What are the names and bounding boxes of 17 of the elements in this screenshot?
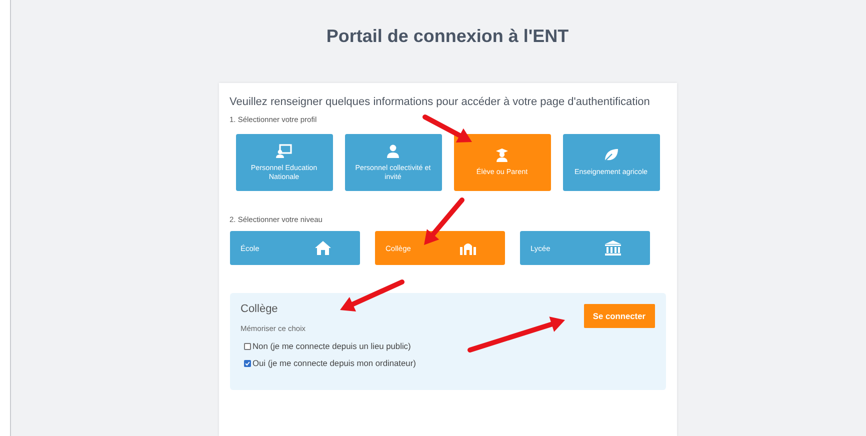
option-label: Oui (je me connecte depuis mon ordinateur) (252, 358, 416, 368)
intro-text: Veuillez renseigner quelques informations pour accéder à votre page d'authentification (230, 95, 651, 109)
house-icon (314, 240, 332, 256)
page-title: Portail de connexion à l'ENT (326, 26, 569, 47)
user-icon (386, 144, 400, 158)
checkbox[interactable] (244, 360, 250, 366)
columns-icon (604, 240, 622, 256)
option-label: Non (je me connecte depuis un lieu public) (252, 341, 411, 351)
leaf-icon (603, 148, 619, 162)
annotation-arrow (422, 114, 472, 142)
annotation-arrow (340, 280, 404, 312)
screen-user-icon (276, 144, 292, 158)
graduate-icon (495, 148, 509, 162)
checkbox[interactable] (244, 342, 250, 350)
connect-button[interactable]: Se connecter (584, 304, 654, 328)
annotation-arrow (424, 198, 464, 245)
panel-title: Collège (240, 303, 279, 315)
